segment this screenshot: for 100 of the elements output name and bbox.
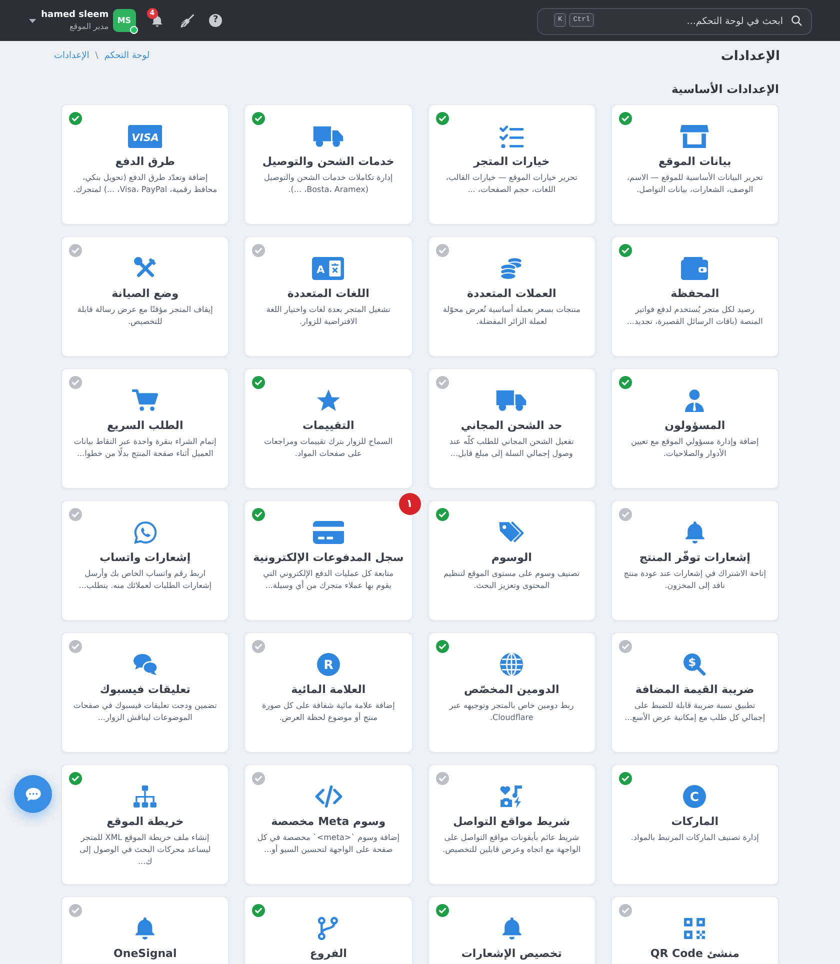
card-title: سجل المدفوعات الإلكترونية <box>253 550 404 565</box>
card-title: تخصيص الإشعارات <box>461 946 562 961</box>
phone-bubble-icon <box>134 521 157 544</box>
settings-card[interactable]: تخصيص الإشعارات <box>428 896 596 964</box>
chat-button[interactable] <box>14 775 52 813</box>
card-description: شريط عائم بأيقونات مواقع التواصل على الواجهة مع اتجاه وعرض قابلين للتخصيص. <box>442 832 582 856</box>
settings-card[interactable]: الفروع <box>244 896 412 964</box>
card-description: تصنيف وسوم على مستوى الموقع لتنظيم المحتوى وتعزيز البحث. <box>442 568 581 592</box>
settings-card[interactable]: الوسوم تصنيف وسوم على مستوى الموقع لتنظيم المحتوى وتعزيز البحث. <box>428 500 596 621</box>
settings-card[interactable]: إشعارات توفّر المنتج إتاحة الاشتراك في إشعارات عند عودة منتج نافد إلى المخزون. <box>610 500 779 621</box>
count-badge: ١ <box>398 493 420 515</box>
card-title: تعليقات فيسبوك <box>100 682 190 697</box>
card-title: حد الشحن المجاني <box>460 418 562 433</box>
credit-card-icon <box>312 521 344 544</box>
card-description: إتاحة الاشتراك في إشعارات عند عودة منتج نافد إلى المخزون. <box>622 568 767 592</box>
user-name: hamed sleem <box>41 9 109 21</box>
user-role: مدير الموقع <box>70 21 109 32</box>
card-title: إشعارات توفّر المنتج <box>639 550 750 565</box>
card-description: اربط رقم واتساب الخاص بك وأرسل إشعارات الطلبات لعملائك منه. يتطلب... <box>78 568 213 592</box>
sitemap-icon <box>133 785 158 808</box>
card-title: الفروع <box>310 946 347 961</box>
card-title: الدومين المخصّص <box>464 682 560 697</box>
truck-icon <box>495 389 528 412</box>
settings-card[interactable]: العملات المتعددة منتجات بسعر بعملة أساسية تُعرض محوّلة لعملة الزائر المفضلة. <box>428 236 596 357</box>
settings-card[interactable]: إشعارات واتساب اربط رقم واتساب الخاص بك وأرسل إشعارات الطلبات لعملائك منه. يتطلب... <box>61 500 230 621</box>
card-description: متابعة كل عمليات الدفع الإلكتروني التي يقوم بها عملاء متجرك من أي وسيلة... <box>262 568 395 592</box>
settings-card[interactable]: منشئ QR Code <box>610 896 779 964</box>
card-description: ربط دومين خاص بالمتجر وتوجيهه عبر Cloudflare. <box>448 700 575 724</box>
card-description: تضمين ودجت تعليقات فيسبوك في صفحات الموضوعات ليناقش الزوار... <box>73 700 218 724</box>
card-title: طرق الدفع <box>115 154 176 169</box>
card-description: إضافة وإدارة مسؤولي الموقع مع تعيين الأدوار والصلاحيات. <box>630 436 760 460</box>
settings-card[interactable]: المسؤولون إضافة وإدارة مسؤولي الموقع مع تعيين الأدوار والصلاحيات. <box>610 368 779 489</box>
card-title: خريطة الموقع <box>106 814 184 829</box>
social-media-icon <box>500 785 524 808</box>
globe-icon <box>500 653 524 676</box>
breadcrumb-separator: \ <box>95 50 98 64</box>
card-description: إضافة وتعدّد طرق الدفع (تحويل بنكي، محافظ رقمية، Visa، PayPal، ...) لمتجرك. <box>73 172 218 196</box>
cart-icon <box>132 389 158 412</box>
broom-icon[interactable] <box>180 14 194 28</box>
settings-card[interactable]: التقييمات السماح للزوار بترك تقييمات ومراجعات على صفحات المواد. <box>244 368 412 489</box>
card-title: وسوم Meta مخصصة <box>271 814 386 829</box>
page-title: الإعدادات <box>720 48 780 66</box>
card-title: وضع الصيانة <box>112 286 179 301</box>
card-description: تفعيل الشحن المجاني للطلب كلّه عند وصول إجمالي السلة إلى مبلغ قابل... <box>448 436 575 460</box>
settings-card[interactable]: خيارات المتجر تحرير خيارات الموقع — خيارات القالب، اللغات، حجم الصفحات، ... <box>428 104 596 225</box>
star-icon <box>316 389 340 412</box>
card-title: الماركات <box>671 814 719 829</box>
card-description: تطبيق نسبة ضريبة قابلة للضبط على إجمالي كل طلب مع إمكانية عرض الأسع... <box>624 700 766 724</box>
card-title: ضريبة القيمة المضافة <box>635 682 754 697</box>
settings-card[interactable]: وضع الصيانة إيقاف المتجر مؤقتًا مع عرض رسالة قابلة للتخصيص. <box>61 236 230 357</box>
card-description: إيقاف المتجر مؤقتًا مع عرض رسالة قابلة للتخصيص. <box>76 304 214 328</box>
bell-icon <box>135 917 156 940</box>
card-title: العلامة المائية <box>291 682 366 697</box>
card-title: شريط مواقع التواصل <box>453 814 570 829</box>
help-icon[interactable]: ? <box>209 14 222 27</box>
payment-card-icon: VISA <box>128 125 162 148</box>
card-title: المسؤولون <box>664 418 726 433</box>
card-title: OneSignal <box>114 946 177 961</box>
qr-code-icon <box>683 917 706 940</box>
card-description: منتجات بسعر بعملة أساسية تُعرض محوّلة لعملة الزائر المفضلة. <box>442 304 582 328</box>
card-title: خدمات الشحن والتوصيل <box>262 154 394 169</box>
card-description: تحرير البيانات الأساسية للموقع — الاسم، الوصف، الشعارات، بيانات التواصل. <box>626 172 764 196</box>
settings-card[interactable]: OneSignal <box>61 896 230 964</box>
card-description: رصيد لكل متجر يُستخدم لدفع فواتير المنصة (باقات الرسائل القصيرة، تجديد... <box>626 304 764 328</box>
card-description: تحرير خيارات الموقع — خيارات القالب، اللغات، حجم الصفحات، ... <box>444 172 578 196</box>
language-icon: A <box>312 257 344 280</box>
store-icon <box>680 125 710 148</box>
letter-circle-icon: R <box>316 653 340 676</box>
card-description: تشغيل المتجر بعدة لغات واختيار اللغة الافتراضية للزوار. <box>265 304 392 328</box>
card-title: اللغات المتعددة <box>287 286 370 301</box>
tools-icon <box>134 257 157 280</box>
card-description: إدارة تصنيف الماركات المرتبط بالمواد. <box>630 832 759 844</box>
bell-icon <box>684 521 705 544</box>
card-title: إشعارات واتساب <box>100 550 191 565</box>
settings-card[interactable]: تعليقات فيسبوك تضمين ودجت تعليقات فيسبوك في صفحات الموضوعات ليناقش الزوار... <box>61 632 230 753</box>
card-title: الوسوم <box>491 550 532 565</box>
settings-card[interactable]: خدمات الشحن والتوصيل إدارة تكاملات خدمات الشحن والتوصيل (Bosta، Aramex، ...). <box>244 104 412 225</box>
settings-card[interactable]: $ ضريبة القيمة المضافة تطبيق نسبة ضريبة قابلة للضبط على إجمالي كل طلب مع إمكانية عرض الأسع... <box>610 632 779 753</box>
letter-circle-icon: C <box>683 785 706 808</box>
settings-card[interactable]: خريطة الموقع إنشاء ملف خريطة الموقع XML للمتجر ليساعد محركات البحث في الوصول إلى ك... <box>61 764 230 885</box>
branch-icon <box>318 917 338 940</box>
bell-icon <box>502 917 522 940</box>
card-title: خيارات المتجر <box>474 154 550 169</box>
card-description: إضافة علامة مائية شفافة على كل صورة منتج أو موضوع لحظة العرض. <box>260 700 396 724</box>
settings-card[interactable]: شريط مواقع التواصل شريط عائم بأيقونات مواقع التواصل على الواجهة مع اتجاه وعرض قابلين للتخصيص. <box>428 764 596 885</box>
coins-icon <box>500 257 524 280</box>
card-title: العملات المتعددة <box>467 286 556 301</box>
person-icon <box>684 389 706 412</box>
card-title: التقييمات <box>302 418 354 433</box>
settings-card[interactable]: حد الشحن المجاني تفعيل الشحن المجاني للطلب كلّه عند وصول إجمالي السلة إلى مبلغ قابل... <box>428 368 596 489</box>
settings-card[interactable]: الطلب السريع إتمام الشراء بنقرة واحدة عبر التقاط بيانات العميل أثناء صفحة المنتج بدلًا من خطوا... <box>61 368 230 489</box>
card-description: السماح للزوار بترك تقييمات ومراجعات على صفحات المواد. <box>263 436 394 460</box>
settings-card[interactable]: الدومين المخصّص ربط دومين خاص بالمتجر وتوجيهه عبر Cloudflare. <box>428 632 596 753</box>
settings-card[interactable]: المحفظة رصيد لكل متجر يُستخدم لدفع فواتير المنصة (باقات الرسائل القصيرة، تجديد... <box>610 236 779 357</box>
settings-card[interactable]: وسوم Meta مخصصة إضافة وسوم `<meta>` مخصصة في كل صفحة على الواجهة لتحسين السيو أو... <box>244 764 412 885</box>
checklist-icon <box>498 125 524 148</box>
section-heading: الإعدادات الأساسية <box>672 82 779 96</box>
card-title: المحفظة <box>670 286 720 301</box>
caret-down-icon[interactable] <box>29 18 36 22</box>
settings-card[interactable]: بيانات الموقع تحرير البيانات الأساسية للموقع — الاسم، الوصف، الشعارات، بيانات التواصل. <box>610 104 779 225</box>
